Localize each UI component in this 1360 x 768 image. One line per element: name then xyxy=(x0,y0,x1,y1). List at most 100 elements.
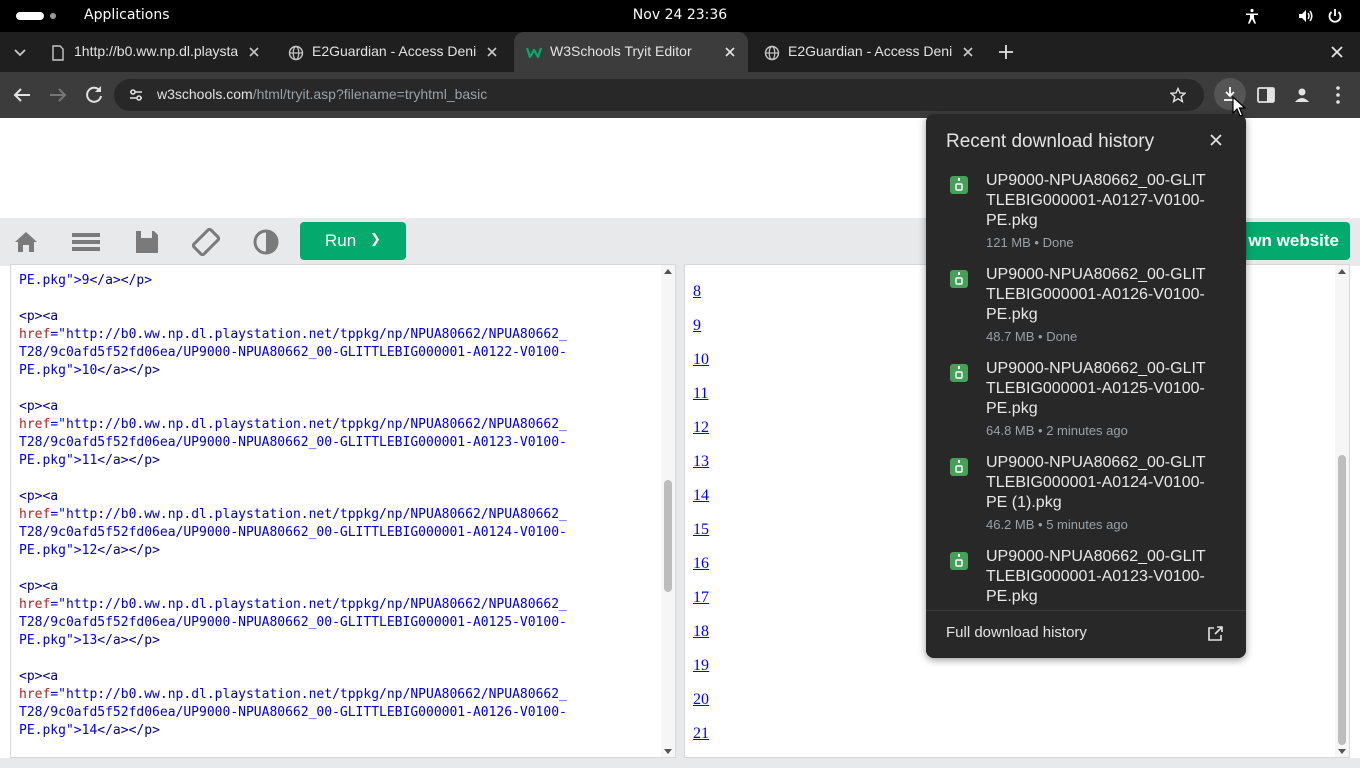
result-link[interactable]: 13 xyxy=(693,453,709,471)
tab-title: E2Guardian - Access Denied xyxy=(312,43,476,59)
download-item[interactable]: UP9000-NPUA80662_00-GLITTLEBIG000001-A01… xyxy=(926,262,1246,356)
result-link[interactable]: 16 xyxy=(693,555,709,573)
download-status: 64.8 MB • 2 minutes ago xyxy=(986,423,1128,438)
code-token: href xyxy=(19,327,51,342)
tab-title: E2Guardian - Access Denied xyxy=(788,43,952,59)
pane-divider[interactable] xyxy=(676,264,684,758)
download-item[interactable]: UP9000-NPUA80662_00-GLITTLEBIG000001-A01… xyxy=(926,168,1246,262)
result-link[interactable]: 8 xyxy=(693,283,701,301)
scroll-down-arrow[interactable] xyxy=(1338,749,1346,754)
close-tab-icon[interactable] xyxy=(246,44,262,60)
menu-icon[interactable] xyxy=(72,228,100,256)
site-info-icon[interactable] xyxy=(128,87,144,103)
page-icon xyxy=(52,45,64,61)
close-tab-icon[interactable] xyxy=(960,44,976,60)
tab-playstation[interactable]: 1http://b0.ww.np.dl.playstation.net xyxy=(38,36,272,68)
home-icon[interactable] xyxy=(12,228,40,256)
download-status: 48.7 MB • Done xyxy=(986,329,1078,344)
scroll-up-arrow[interactable] xyxy=(664,269,672,274)
result-scrollbar[interactable] xyxy=(1335,265,1349,757)
own-website-label: wn website xyxy=(1248,231,1339,250)
workspace-dot[interactable] xyxy=(50,13,56,19)
code-line: T28/9c0afd5f52fd06ea/UP9000-NPUA80662_00… xyxy=(19,344,567,362)
reload-icon[interactable] xyxy=(82,83,106,107)
w3schools-icon xyxy=(526,47,542,59)
download-file-name: UP9000-NPUA80662_00-GLITTLEBIG000001-A01… xyxy=(986,266,1206,323)
scroll-down-arrow[interactable] xyxy=(664,749,672,754)
url-text[interactable]: w3schools.com/html/tryit.asp?filename=tr… xyxy=(157,86,487,102)
tab-e2guardian-1[interactable]: E2Guardian - Access Denied xyxy=(276,36,510,68)
back-icon[interactable] xyxy=(10,83,34,107)
result-link[interactable]: 21 xyxy=(693,725,709,743)
clock[interactable]: Nov 24 23:36 xyxy=(620,7,740,23)
result-link[interactable]: 12 xyxy=(693,419,709,437)
code-token: </a></p> xyxy=(97,363,160,378)
tab-e2guardian-2[interactable]: E2Guardian - Access Denied xyxy=(752,36,986,68)
file-archive-icon xyxy=(950,552,968,570)
result-scroll-thumb[interactable] xyxy=(1338,455,1346,745)
result-link[interactable]: 20 xyxy=(693,691,709,709)
theme-toggle-icon[interactable] xyxy=(252,228,280,256)
download-item[interactable]: UP9000-NPUA80662_00-GLITTLEBIG000001-A01… xyxy=(926,356,1246,450)
code-token: href xyxy=(19,417,51,432)
side-panel-icon[interactable] xyxy=(1254,83,1278,107)
close-tab-icon[interactable] xyxy=(722,44,738,60)
volume-icon[interactable] xyxy=(1298,8,1314,24)
zip-glyph-icon xyxy=(955,554,963,567)
applications-menu[interactable]: Applications xyxy=(84,7,170,23)
code-token: T28/9c0afd5f52fd06ea/UP9000-NPUA80662_00… xyxy=(19,525,567,540)
result-link[interactable]: 15 xyxy=(693,521,709,539)
editor-scroll-thumb[interactable] xyxy=(664,480,672,592)
code-token: ="http://b0.ww.np.dl.playstation.net/tpp… xyxy=(50,507,567,522)
code-text[interactable]: PE.pkg">9</a></p> <p><a href="http://b0.ww… xyxy=(19,272,567,740)
get-own-website-button[interactable]: wn website xyxy=(1230,222,1350,260)
save-icon[interactable] xyxy=(133,228,161,256)
result-link[interactable]: 10 xyxy=(693,351,709,369)
code-token: T28/9c0afd5f52fd06ea/UP9000-NPUA80662_00… xyxy=(19,705,567,720)
result-link[interactable]: 17 xyxy=(693,589,709,607)
result-link[interactable]: 11 xyxy=(693,385,708,403)
profile-icon[interactable] xyxy=(1290,83,1314,107)
accessibility-icon[interactable] xyxy=(1244,8,1260,24)
code-token: </a></p> xyxy=(97,633,160,648)
close-icon[interactable] xyxy=(1206,130,1226,150)
result-link[interactable]: 14 xyxy=(693,487,709,505)
rotate-orientation-icon[interactable] xyxy=(192,228,220,256)
scroll-up-arrow[interactable] xyxy=(1338,269,1346,274)
code-token: PE.pkg">12 xyxy=(19,543,98,558)
code-line: <p><a xyxy=(19,398,567,416)
mouse-cursor-icon xyxy=(1232,96,1246,117)
result-link[interactable]: 9 xyxy=(693,317,701,335)
bookmark-star-icon[interactable] xyxy=(1170,87,1186,103)
code-token: PE.pkg">10 xyxy=(19,363,98,378)
close-tab-icon[interactable] xyxy=(484,44,500,60)
address-bar[interactable]: w3schools.com/html/tryit.asp?filename=tr… xyxy=(114,79,1204,111)
editor-scrollbar[interactable] xyxy=(661,265,675,757)
new-tab-icon[interactable] xyxy=(996,42,1016,62)
result-link[interactable]: 19 xyxy=(693,657,709,675)
workspace-indicator[interactable] xyxy=(16,12,44,20)
more-menu-icon[interactable] xyxy=(1326,83,1350,107)
forward-icon[interactable] xyxy=(46,83,70,107)
tab-w3schools[interactable]: W3Schools Tryit Editor xyxy=(514,32,748,72)
power-icon[interactable] xyxy=(1327,8,1343,24)
footer-label: Full download history xyxy=(946,624,1087,641)
code-token: <p><a xyxy=(19,579,59,594)
code-token: PE.pkg">11 xyxy=(19,453,98,468)
code-token: </a></p> xyxy=(97,453,160,468)
download-item[interactable]: UP9000-NPUA80662_00-GLITTLEBIG000001-A01… xyxy=(926,450,1246,544)
tab-search-icon[interactable] xyxy=(12,44,28,60)
code-line: <p><a xyxy=(19,578,567,596)
code-editor[interactable]: PE.pkg">9</a></p> <p><a href="http://b0.ww… xyxy=(10,264,676,758)
full-download-history-link[interactable]: Full download history xyxy=(926,610,1246,658)
result-link[interactable]: 18 xyxy=(693,623,709,641)
tab-title: 1http://b0.ww.np.dl.playstation.net xyxy=(74,43,238,59)
zip-glyph-icon xyxy=(955,178,963,191)
close-window-icon[interactable] xyxy=(1329,44,1345,60)
run-button[interactable]: Run ❯ xyxy=(300,222,406,260)
panel-title: Recent download history xyxy=(946,131,1155,152)
